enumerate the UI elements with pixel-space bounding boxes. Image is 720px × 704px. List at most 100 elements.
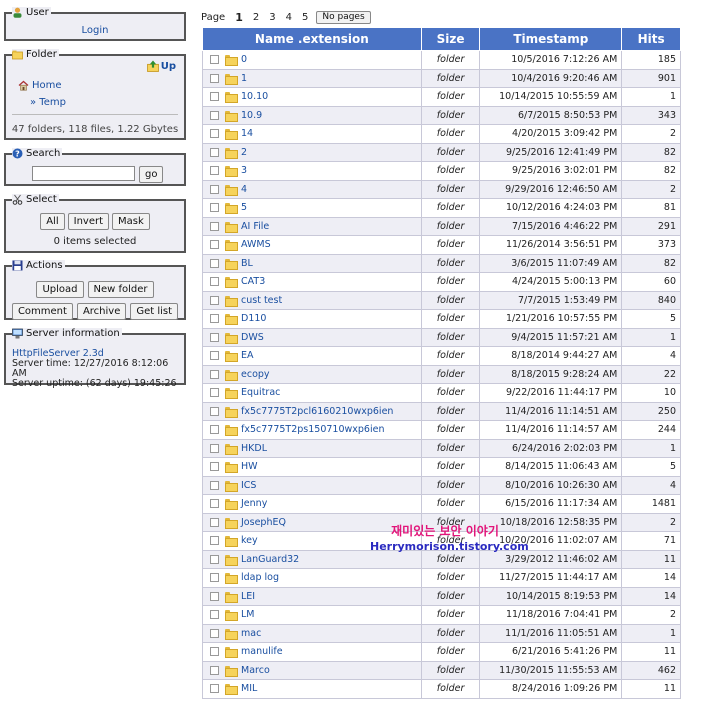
- table-row[interactable]: cust test folder 7/7/2015 1:53:49 PM 840: [202, 290, 681, 310]
- row-checkbox[interactable]: [210, 147, 219, 157]
- folder-link[interactable]: fx5c7775T2pcl6160210wxp6ien: [241, 406, 393, 417]
- table-row[interactable]: CAT3 folder 4/24/2015 5:00:13 PM 60: [202, 272, 681, 292]
- folder-link[interactable]: Jenny: [241, 498, 267, 509]
- table-row[interactable]: ICS folder 8/10/2016 10:26:30 AM 4: [202, 475, 681, 495]
- column-header-timestamp[interactable]: Timestamp: [479, 27, 623, 51]
- row-checkbox[interactable]: [210, 55, 219, 65]
- row-checkbox[interactable]: [210, 425, 219, 435]
- table-row[interactable]: fx5c7775T2pcl6160210wxp6ien folder 11/4/20…: [202, 401, 681, 421]
- current-folder-link[interactable]: » Temp: [30, 97, 66, 108]
- folder-link[interactable]: Marco: [241, 665, 270, 676]
- row-checkbox[interactable]: [210, 277, 219, 287]
- select-all-button[interactable]: All: [40, 213, 65, 230]
- row-checkbox[interactable]: [210, 92, 219, 102]
- page-link-5[interactable]: 5: [302, 12, 308, 23]
- row-checkbox[interactable]: [210, 369, 219, 379]
- row-checkbox[interactable]: [210, 499, 219, 509]
- folder-link[interactable]: MIL: [241, 683, 257, 694]
- folder-link[interactable]: HKDL: [241, 443, 267, 454]
- table-row[interactable]: 5 folder 10/12/2016 4:24:03 PM 81: [202, 198, 681, 218]
- row-checkbox[interactable]: [210, 73, 219, 83]
- table-row[interactable]: AWMS folder 11/26/2014 3:56:51 PM 373: [202, 235, 681, 255]
- row-checkbox[interactable]: [210, 221, 219, 231]
- row-checkbox[interactable]: [210, 332, 219, 342]
- table-row[interactable]: 1 folder 10/4/2016 9:20:46 AM 901: [202, 68, 681, 88]
- page-link-4[interactable]: 4: [286, 12, 292, 23]
- invert-selection-button[interactable]: Invert: [67, 213, 110, 230]
- archive-button[interactable]: Archive: [76, 303, 127, 320]
- row-checkbox[interactable]: [210, 517, 219, 527]
- table-row[interactable]: EA folder 8/18/2014 9:44:27 AM 4: [202, 346, 681, 366]
- row-checkbox[interactable]: [210, 240, 219, 250]
- row-checkbox[interactable]: [210, 351, 219, 361]
- row-checkbox[interactable]: [210, 166, 219, 176]
- table-row[interactable]: AI File folder 7/15/2016 4:46:22 PM 291: [202, 216, 681, 236]
- home-link[interactable]: Home: [18, 80, 62, 91]
- folder-link[interactable]: EA: [241, 350, 254, 361]
- login-link[interactable]: Login: [82, 25, 109, 36]
- folder-link[interactable]: 10.9: [241, 110, 262, 121]
- table-row[interactable]: JosephEQ folder 10/18/2016 12:58:35 PM 2: [202, 512, 681, 532]
- page-link-2[interactable]: 2: [253, 12, 259, 23]
- table-row[interactable]: 14 folder 4/20/2015 3:09:42 PM 2: [202, 124, 681, 144]
- folder-link[interactable]: DWS: [241, 332, 264, 343]
- table-row[interactable]: 4 folder 9/29/2016 12:46:50 AM 2: [202, 179, 681, 199]
- row-checkbox[interactable]: [210, 647, 219, 657]
- folder-link[interactable]: manulife: [241, 646, 283, 657]
- row-checkbox[interactable]: [210, 443, 219, 453]
- row-checkbox[interactable]: [210, 610, 219, 620]
- row-checkbox[interactable]: [210, 573, 219, 583]
- folder-link[interactable]: CAT3: [241, 276, 265, 287]
- folder-link[interactable]: AI File: [241, 221, 269, 232]
- folder-link[interactable]: 0: [241, 54, 247, 65]
- folder-link[interactable]: AWMS: [241, 239, 271, 250]
- folder-link[interactable]: ldap log: [241, 572, 279, 583]
- table-row[interactable]: Jenny folder 6/15/2016 11:17:34 AM 1481: [202, 494, 681, 514]
- table-row[interactable]: manulife folder 6/21/2016 5:41:26 PM 11: [202, 642, 681, 662]
- table-row[interactable]: D110 folder 1/21/2016 10:57:55 PM 5: [202, 309, 681, 329]
- folder-link[interactable]: ICS: [241, 480, 256, 491]
- table-row[interactable]: LanGuard32 folder 3/29/2012 11:46:02 AM 11: [202, 549, 681, 569]
- row-checkbox[interactable]: [210, 480, 219, 490]
- table-row[interactable]: ldap log folder 11/27/2015 11:44:17 AM 14: [202, 568, 681, 588]
- table-row[interactable]: LEI folder 10/14/2015 8:19:53 PM 14: [202, 586, 681, 606]
- table-row[interactable]: 0 folder 10/5/2016 7:12:26 AM 185: [202, 50, 681, 70]
- new-folder-button[interactable]: New folder: [87, 281, 154, 298]
- page-link-1[interactable]: 1: [235, 11, 243, 24]
- row-checkbox[interactable]: [210, 628, 219, 638]
- table-row[interactable]: HKDL folder 6/24/2016 2:02:03 PM 1: [202, 438, 681, 458]
- no-pages-button[interactable]: No pages: [316, 11, 371, 24]
- column-header-size[interactable]: Size: [420, 27, 481, 51]
- folder-link[interactable]: D110: [241, 313, 266, 324]
- folder-link[interactable]: Equitrac: [241, 387, 280, 398]
- folder-link[interactable]: 3: [241, 165, 247, 176]
- folder-link[interactable]: mac: [241, 628, 261, 639]
- folder-link[interactable]: LEI: [241, 591, 255, 602]
- folder-link[interactable]: 1: [241, 73, 247, 84]
- row-checkbox[interactable]: [210, 462, 219, 472]
- folder-link[interactable]: fx5c7775T2ps150710wxp6ien: [241, 424, 384, 435]
- folder-link[interactable]: 10.10: [241, 91, 268, 102]
- table-row[interactable]: mac folder 11/1/2016 11:05:51 AM 1: [202, 623, 681, 643]
- table-row[interactable]: fx5c7775T2ps150710wxp6ien folder 11/4/2016…: [202, 420, 681, 440]
- row-checkbox[interactable]: [210, 684, 219, 694]
- page-link-3[interactable]: 3: [269, 12, 275, 23]
- upload-button[interactable]: Upload: [36, 281, 84, 298]
- folder-link[interactable]: HW: [241, 461, 258, 472]
- table-row[interactable]: LM folder 11/18/2016 7:04:41 PM 2: [202, 605, 681, 625]
- row-checkbox[interactable]: [210, 314, 219, 324]
- folder-link[interactable]: cust test: [241, 295, 282, 306]
- row-checkbox[interactable]: [210, 406, 219, 416]
- get-list-button[interactable]: Get list: [130, 303, 179, 320]
- row-checkbox[interactable]: [210, 665, 219, 675]
- home-label[interactable]: Home: [32, 80, 62, 91]
- comment-button[interactable]: Comment: [11, 303, 73, 320]
- table-row[interactable]: HW folder 8/14/2015 11:06:43 AM 5: [202, 457, 681, 477]
- row-checkbox[interactable]: [210, 591, 219, 601]
- folder-link[interactable]: key: [241, 535, 258, 546]
- table-row[interactable]: 10.9 folder 6/7/2015 8:50:53 PM 343: [202, 105, 681, 125]
- folder-link[interactable]: 5: [241, 202, 247, 213]
- row-checkbox[interactable]: [210, 388, 219, 398]
- folder-link[interactable]: 14: [241, 128, 253, 139]
- table-row[interactable]: Equitrac folder 9/22/2016 11:44:17 PM 10: [202, 383, 681, 403]
